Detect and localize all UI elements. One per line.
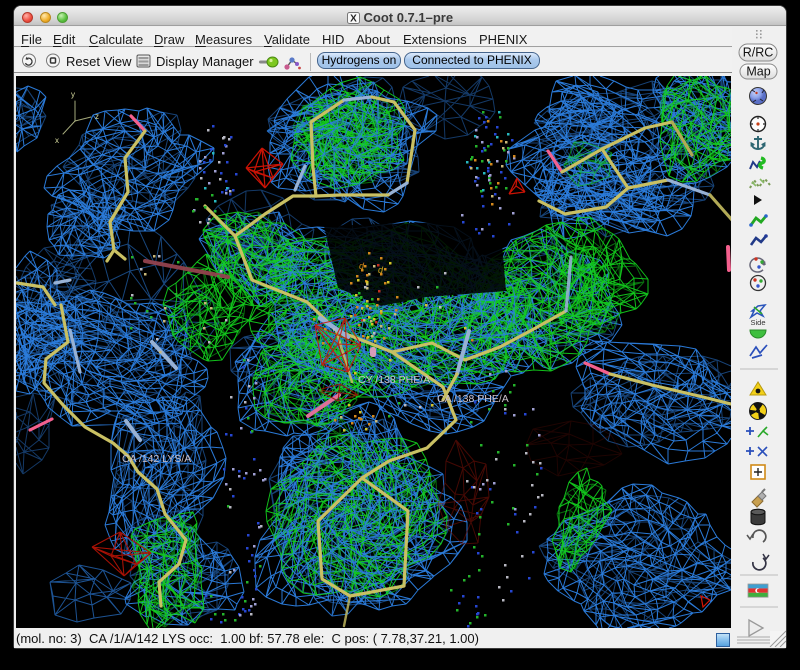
svg-text:CY /138 PHE/A: CY /138 PHE/A <box>358 374 430 386</box>
svg-text:Side: Side <box>750 318 765 327</box>
svg-text:CA /142 LYS/A: CA /142 LYS/A <box>122 453 191 465</box>
svg-text:z: z <box>95 112 99 121</box>
svg-text:y: y <box>71 90 75 99</box>
svg-text:X: X <box>350 13 357 24</box>
svg-text:Map: Map <box>746 65 770 79</box>
svg-text:R/RC: R/RC <box>743 46 774 60</box>
svg-text:x: x <box>55 136 59 145</box>
svg-text:CA /138 PHE/A: CA /138 PHE/A <box>437 393 509 405</box>
